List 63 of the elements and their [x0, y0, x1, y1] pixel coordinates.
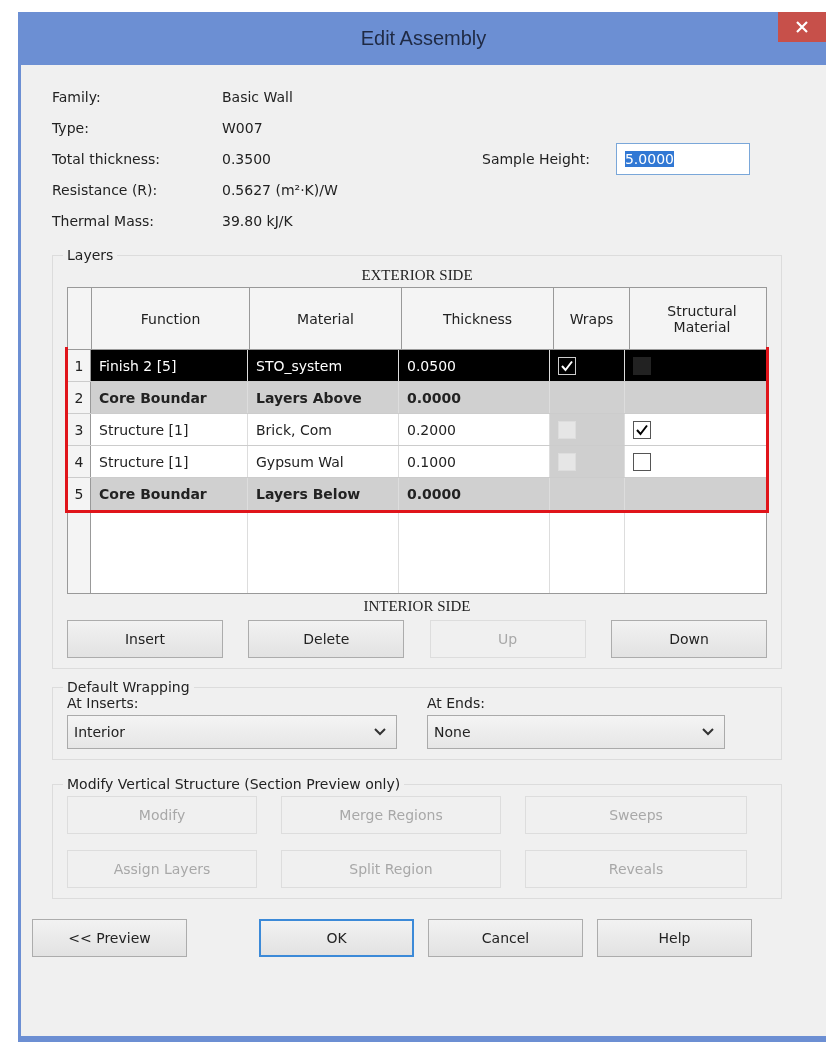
layer-row[interactable]: 3 Structure [1] Brick, Com 0.2000: [68, 414, 766, 446]
table-cell: STO_system: [248, 350, 399, 381]
field-label: At Inserts:: [67, 695, 140, 711]
dialog-button[interactable]: << Preview: [32, 919, 187, 957]
layer-row[interactable]: 1 Finish 2 [5] STO_system 0.0500: [68, 350, 766, 382]
sample-height-field[interactable]: 5.0000: [615, 142, 750, 175]
side-label: EXTERIOR SIDE: [360, 266, 474, 285]
column-header: Function: [92, 288, 250, 350]
close-button[interactable]: [778, 12, 826, 42]
close-icon: [795, 20, 809, 34]
property-label: Total thickness:: [52, 150, 161, 167]
column-header: Thickness: [402, 288, 554, 350]
table-cell: Core Boundar: [91, 382, 248, 413]
row-number: 1: [68, 350, 91, 381]
table-cell: 0.0500: [399, 350, 550, 381]
group-title: Layers: [66, 247, 115, 263]
row-number: 2: [68, 382, 91, 413]
property-value: 0.5627 (m²·K)/W: [222, 181, 338, 198]
dropdown[interactable]: None: [427, 715, 725, 749]
dialog-button[interactable]: OK: [259, 919, 414, 957]
property-value: W007: [222, 119, 263, 136]
row-number: 3: [68, 414, 91, 445]
column-header: Structural Material: [630, 288, 766, 350]
layer-button[interactable]: Delete: [248, 620, 405, 658]
layer-row[interactable]: 5 Core Boundar Layers Below 0.0000: [68, 478, 766, 510]
table-cell: 0.0000: [399, 478, 550, 510]
property-label: Type:: [52, 119, 90, 136]
structural-checkbox[interactable]: [633, 452, 651, 471]
dialog-button[interactable]: Cancel: [428, 919, 583, 957]
table-cell: Core Boundar: [91, 478, 248, 510]
sample-height-label: Sample Height:: [482, 150, 590, 167]
column-header: Material: [250, 288, 402, 350]
structural-checkbox[interactable]: [633, 420, 651, 439]
table-cell: Structure [1]: [91, 446, 248, 477]
table-cell: Layers Below: [248, 478, 399, 510]
table-cell: 0.0000: [399, 382, 550, 413]
property-value: 39.80 kJ/K: [222, 212, 293, 229]
table-cell: Structure [1]: [91, 414, 248, 445]
window-title: Edit Assembly: [360, 27, 487, 50]
layer-button[interactable]: Insert: [67, 620, 223, 658]
field-label: At Ends:: [427, 695, 486, 711]
property-label: Resistance (R):: [52, 181, 159, 198]
side-label: INTERIOR SIDE: [362, 597, 472, 616]
table-cell: Brick, Com: [248, 414, 399, 445]
layer-button[interactable]: Down: [611, 620, 767, 658]
property-value: 0.3500: [222, 150, 271, 167]
row-number: 5: [68, 478, 91, 510]
dialog-button[interactable]: Help: [597, 919, 752, 957]
property-label: Thermal Mass:: [52, 212, 156, 229]
table-cell: Gypsum Wal: [248, 446, 399, 477]
chevron-icon: [374, 728, 386, 736]
row-number: 4: [68, 446, 91, 477]
group-title: Modify Vertical Structure (Section Preview only): [66, 776, 402, 792]
dropdown[interactable]: Interior: [67, 715, 397, 749]
group-title: Default Wrapping: [66, 679, 191, 695]
column-header: Wraps: [554, 288, 630, 350]
layer-row[interactable]: 2 Core Boundar Layers Above 0.0000: [68, 382, 766, 414]
property-label: Family:: [52, 88, 102, 105]
property-value: Basic Wall: [222, 88, 293, 105]
wraps-checkbox[interactable]: [558, 356, 576, 375]
table-cell: Layers Above: [248, 382, 399, 413]
table-cell: Finish 2 [5]: [91, 350, 248, 381]
chevron-icon: [702, 728, 714, 736]
